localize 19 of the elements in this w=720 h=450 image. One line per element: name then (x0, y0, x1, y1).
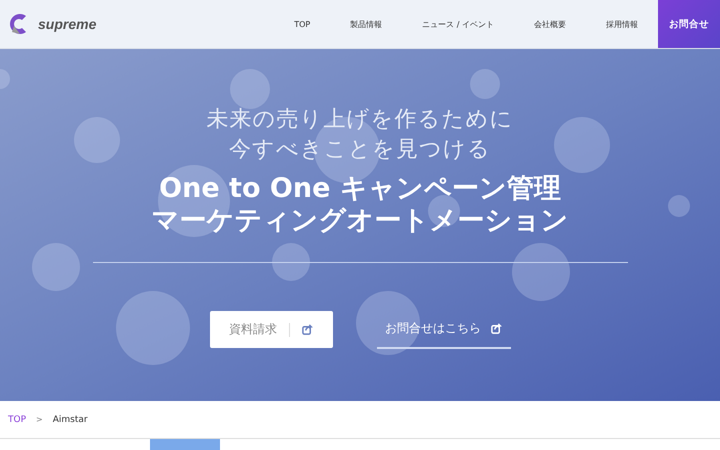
logo-text: supreme (38, 16, 96, 32)
breadcrumb-current: Aimstar (52, 414, 88, 424)
share-icon (491, 323, 502, 334)
share-icon (302, 324, 313, 335)
tab-bar (150, 439, 220, 450)
nav-link[interactable]: ニュース / イベント (402, 0, 514, 48)
hero-title: マーケティングオートメーション (152, 205, 568, 237)
request-button[interactable]: 資料請求 (210, 311, 332, 348)
nav-link[interactable]: 会社概要 (514, 0, 586, 48)
nav-link[interactable]: 採用情報 (586, 0, 658, 48)
nav-link[interactable]: 製品情報 (330, 0, 402, 48)
hero-subtitle: 未来の売り上げを作るために (206, 106, 514, 134)
hero-title: One to One キャンペーン管理 (159, 173, 561, 205)
nav-link[interactable]: TOP (274, 0, 330, 48)
contact-button[interactable]: お問合せ (658, 0, 720, 48)
hero-subtitle: 今すべきことを見つける (229, 136, 491, 164)
contact-link[interactable]: お問合せはこちら (376, 310, 510, 349)
breadcrumb-separator: > (36, 415, 43, 424)
breadcrumb-link[interactable]: TOP (8, 414, 26, 424)
